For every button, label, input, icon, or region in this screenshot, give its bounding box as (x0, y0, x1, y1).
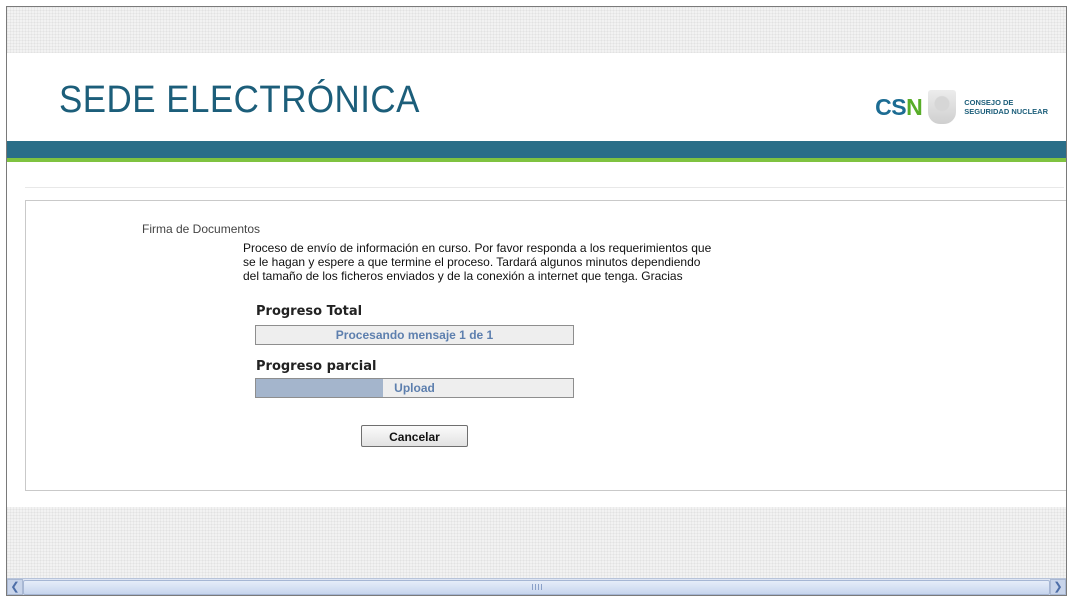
site-header: SEDE ELECTRÓNICA CSN CONSEJO DE SEGURIDA… (7, 53, 1066, 141)
section-title: Firma de Documentos (142, 222, 261, 236)
partial-progress-label: Progreso parcial (256, 359, 377, 374)
info-text: Proceso de envío de información en curso… (243, 241, 783, 283)
info-line: Proceso de envío de información en curso… (243, 241, 712, 255)
header-blue-band (7, 141, 1066, 158)
csn-letter-n: N (906, 93, 923, 120)
header-green-band (7, 158, 1066, 162)
site-title: SEDE ELECTRÓNICA (59, 79, 420, 121)
partial-progress-text: Upload (394, 381, 435, 395)
chevron-right-icon[interactable]: ❯ (1050, 579, 1066, 595)
bottom-pattern-band (7, 507, 1066, 579)
info-line: del tamaño de los ficheros enviados y de… (243, 269, 683, 283)
coat-of-arms-icon (928, 90, 957, 124)
chevron-left-icon[interactable]: ❮ (7, 579, 23, 595)
scrollbar-thumb[interactable] (23, 580, 1050, 595)
csn-letter-s: S (891, 93, 907, 120)
logo-subtitle-line2: SEGURIDAD NUCLEAR (964, 107, 1048, 116)
cancel-button[interactable]: Cancelar (361, 425, 468, 447)
top-pattern-band (7, 7, 1066, 53)
csn-logo[interactable]: CSN CONSEJO DE SEGURIDAD NUCLEAR (875, 87, 1048, 127)
browser-window: SEDE ELECTRÓNICA CSN CONSEJO DE SEGURIDA… (6, 6, 1067, 596)
divider (25, 187, 1064, 188)
logo-subtitle-line1: CONSEJO DE (964, 98, 1014, 107)
scrollbar-grip-icon (531, 584, 542, 590)
total-progress-label: Progreso Total (256, 304, 363, 319)
signature-panel: Firma de Documentos Proceso de envío de … (25, 200, 1066, 491)
csn-letter-c: C (875, 93, 892, 120)
total-progress-bar: Procesando mensaje 1 de 1 (255, 325, 574, 345)
info-line: se le hagan y espere a que termine el pr… (243, 255, 701, 269)
total-progress-text: Procesando mensaje 1 de 1 (335, 328, 494, 342)
csn-logo-text: CSN (875, 93, 923, 121)
horizontal-scrollbar[interactable]: ❮ ❯ (7, 578, 1066, 595)
partial-progress-bar: Upload (255, 378, 574, 398)
csn-logo-subtitle: CONSEJO DE SEGURIDAD NUCLEAR (964, 98, 1048, 116)
